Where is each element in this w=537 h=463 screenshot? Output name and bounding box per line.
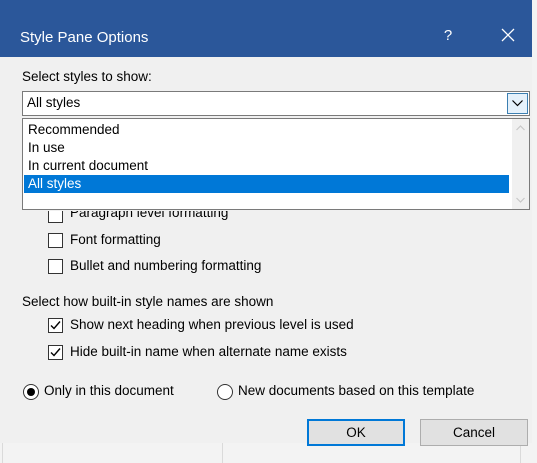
only-this-document-label: Only in this document — [44, 383, 174, 398]
close-icon — [501, 28, 515, 42]
combo-value: All styles — [27, 95, 81, 110]
paragraph-formatting-option-partial[interactable]: Paragraph level formatting — [48, 211, 448, 223]
styles-to-show-combobox[interactable]: All styles — [22, 91, 530, 116]
show-next-heading-checkbox[interactable] — [48, 318, 63, 333]
background-edge-bottom — [0, 443, 537, 463]
new-documents-template-radio[interactable] — [217, 384, 233, 400]
font-formatting-checkbox[interactable] — [48, 233, 63, 248]
scroll-up-icon[interactable] — [516, 125, 525, 131]
hide-builtin-name-checkbox[interactable] — [48, 345, 63, 360]
close-button[interactable] — [486, 21, 530, 53]
list-item-all-styles[interactable]: All styles — [24, 175, 509, 193]
help-button[interactable]: ? — [438, 27, 458, 44]
title-bar: Style Pane Options ? — [0, 0, 532, 57]
divider — [2, 443, 3, 463]
list-item-in-use[interactable]: In use — [24, 139, 509, 157]
new-documents-template-label: New documents based on this template — [238, 383, 475, 398]
checkmark-icon — [50, 321, 61, 330]
bullet-numbering-formatting-label: Bullet and numbering formatting — [70, 258, 262, 273]
list-item-in-current-document[interactable]: In current document — [24, 157, 509, 175]
radio-selected-dot — [27, 388, 35, 396]
checkmark-icon — [50, 348, 61, 357]
dropdown-button[interactable] — [507, 93, 528, 114]
style-pane-options-dialog: Style Pane Options ? Select styles to sh… — [0, 0, 532, 446]
only-this-document-radio[interactable] — [23, 384, 39, 400]
divider — [222, 443, 223, 463]
paragraph-formatting-label: Paragraph level formatting — [70, 211, 229, 220]
dialog-title: Style Pane Options — [20, 29, 149, 46]
bullet-numbering-formatting-checkbox[interactable] — [48, 259, 63, 274]
styles-dropdown-list[interactable]: Recommended In use In current document A… — [22, 118, 530, 210]
list-scrollbar[interactable] — [512, 119, 529, 209]
list-item-recommended[interactable]: Recommended — [24, 121, 509, 139]
paragraph-formatting-checkbox[interactable] — [48, 211, 63, 223]
builtin-names-heading: Select how built-in style names are show… — [22, 294, 274, 309]
ok-button[interactable]: OK — [307, 419, 405, 446]
select-styles-label: Select styles to show: — [22, 69, 152, 84]
cancel-button[interactable]: Cancel — [420, 419, 528, 446]
background-edge — [532, 0, 537, 463]
hide-builtin-name-label: Hide built-in name when alternate name e… — [70, 344, 347, 359]
dropdown-arrow-icon — [512, 100, 523, 107]
font-formatting-label: Font formatting — [70, 232, 161, 247]
show-next-heading-label: Show next heading when previous level is… — [70, 317, 354, 332]
divider — [520, 443, 521, 463]
scroll-down-icon[interactable] — [516, 197, 525, 203]
